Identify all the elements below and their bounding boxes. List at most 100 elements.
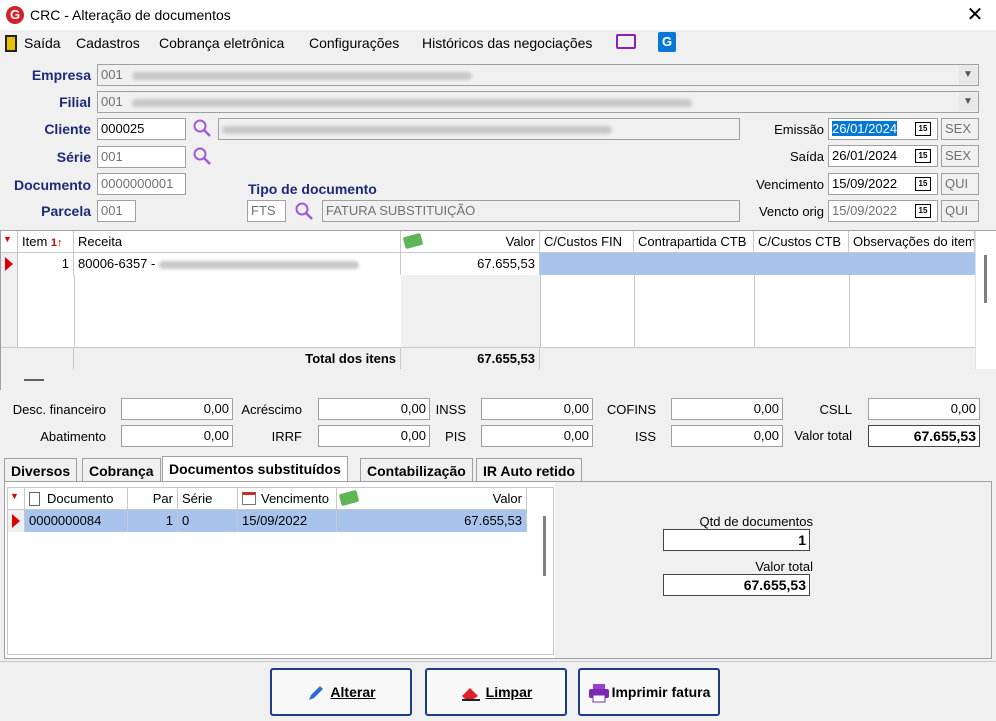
menu-cobranca-eletronica[interactable]: Cobrança eletrônica [159, 35, 284, 51]
total-row: Total dos itens 67.655,53 [1, 347, 975, 370]
filial-code: 001 [101, 94, 123, 109]
col-vencimento[interactable]: Vencimento [238, 488, 337, 510]
vertical-scrollbar[interactable] [535, 510, 553, 654]
exit-door-icon [5, 35, 17, 52]
desc-financeiro-input[interactable]: 0,00 [121, 398, 233, 420]
pis-input[interactable]: 0,00 [481, 425, 593, 447]
calendar-icon [242, 492, 256, 505]
subst-grid[interactable]: ▼ Documento Par Série Vencimento Valor 0… [7, 487, 554, 655]
col-valor-label: Valor [505, 234, 535, 249]
row-indicator-icon [8, 510, 25, 532]
col-item-label: Item [22, 234, 48, 249]
menu-cadastros[interactable]: Cadastros [76, 35, 140, 51]
chevron-down-icon[interactable]: ▼ [959, 66, 977, 84]
horizontal-scrollbar[interactable] [1, 369, 996, 390]
vencimento-label: Vencimento [756, 177, 824, 192]
empresa-field[interactable]: 001 ▼ [97, 64, 979, 86]
tab-cobranca[interactable]: Cobrança [82, 458, 161, 482]
calendar-icon[interactable]: 15 [915, 122, 931, 136]
calendar-icon[interactable]: 15 [915, 204, 931, 218]
summary-panel: Qtd de documentos 1 Valor total 67.655,5… [555, 482, 991, 658]
tipo-documento-code[interactable]: FTS [247, 200, 286, 222]
col-serie[interactable]: Série [178, 488, 238, 510]
csll-input[interactable]: 0,00 [868, 398, 980, 420]
printer-icon [588, 684, 609, 703]
col-valor[interactable]: Valor [337, 488, 527, 510]
empresa-label: Empresa [31, 67, 91, 83]
irrf-input[interactable]: 0,00 [318, 425, 430, 447]
col-valor-label: Valor [492, 491, 522, 506]
tab-diversos[interactable]: Diversos [4, 458, 78, 482]
desc-financeiro-label: Desc. financeiro [12, 402, 106, 417]
col-item[interactable]: Item 1↑ [18, 231, 74, 253]
col-documento-label: Documento [47, 491, 114, 506]
menu-historicos[interactable]: Históricos das negociações [422, 35, 592, 51]
cell-valor: 67.655,53 [337, 510, 527, 532]
parcela-label: Parcela [41, 203, 91, 219]
col-contrapartida-ctb[interactable]: Contrapartida CTB [634, 231, 754, 253]
close-button[interactable]: ✕ [964, 3, 986, 27]
table-row[interactable]: 1 80006-6357 - 67.655,53 [1, 253, 975, 275]
cliente-label: Cliente [44, 121, 91, 137]
col-valor[interactable]: Valor [401, 231, 540, 253]
sort-arrow-icon[interactable]: ▼ [1, 231, 18, 253]
summary-valor-total-label: Valor total [755, 559, 813, 574]
tab-ir-auto-retido[interactable]: IR Auto retido [476, 458, 583, 482]
cliente-name-redacted [222, 125, 612, 134]
tab-contabilizacao[interactable]: Contabilização [360, 458, 473, 482]
empresa-name-redacted [132, 71, 473, 80]
qtd-documentos-label: Qtd de documentos [699, 514, 813, 529]
vencto-orig-weekday: QUI [941, 200, 979, 222]
col-documento[interactable]: Documento [25, 488, 128, 510]
inss-label: INSS [435, 402, 466, 417]
menu-saida[interactable]: Saída [24, 35, 61, 51]
cliente-input[interactable]: 000025 [97, 118, 186, 140]
brand-g-icon[interactable]: G [658, 32, 676, 52]
search-icon[interactable] [294, 201, 314, 221]
calendar-icon[interactable]: 15 [915, 149, 931, 163]
col-ccustos-ctb[interactable]: C/Custos CTB [754, 231, 849, 253]
col-receita[interactable]: Receita [74, 231, 401, 253]
filial-name-redacted [132, 98, 693, 107]
cofins-input[interactable]: 0,00 [671, 398, 783, 420]
cell-valor: 67.655,53 [401, 253, 540, 275]
table-row[interactable]: 0000000084 1 0 15/09/2022 67.655,53 [8, 510, 527, 532]
saida-weekday: SEX [941, 145, 979, 167]
sort-arrow-icon[interactable]: ▼ [8, 488, 25, 510]
filial-field[interactable]: 001 ▼ [97, 91, 979, 113]
tab-documentos-substituidos[interactable]: Documentos substituídos [162, 456, 348, 482]
search-icon[interactable] [192, 146, 212, 166]
limpar-button[interactable]: Limpar [425, 668, 567, 716]
cell-receita: 80006-6357 - [74, 253, 401, 275]
alterar-button[interactable]: Alterar [270, 668, 412, 716]
parcela-input[interactable]: 001 [97, 200, 136, 222]
cell-item: 1 [18, 253, 74, 275]
vertical-scrollbar[interactable] [975, 231, 996, 369]
search-icon[interactable] [192, 118, 212, 138]
col-observacoes[interactable]: Observações do item [849, 231, 975, 253]
emissao-weekday: SEX [941, 118, 979, 140]
sort-asc-icon: 1↑ [50, 237, 63, 249]
calendar-icon[interactable]: 15 [915, 177, 931, 191]
summary-valor-total-value: 67.655,53 [663, 574, 810, 596]
inss-input[interactable]: 0,00 [481, 398, 593, 420]
abatimento-input[interactable]: 0,00 [121, 425, 233, 447]
menu-configuracoes[interactable]: Configurações [309, 35, 399, 51]
money-icon [338, 489, 360, 507]
cliente-name-field [218, 118, 740, 140]
cofins-label: COFINS [606, 402, 656, 417]
document-icon [29, 492, 40, 506]
documento-label: Documento [14, 177, 91, 193]
imprimir-fatura-button[interactable]: Imprimir fatura [578, 668, 720, 716]
chevron-down-icon[interactable]: ▼ [959, 93, 977, 111]
col-ccustos-fin[interactable]: C/Custos FIN [540, 231, 634, 253]
monitor-icon[interactable] [616, 34, 636, 49]
col-par[interactable]: Par [128, 488, 178, 510]
serie-input[interactable]: 001 [97, 146, 186, 168]
documento-input[interactable]: 0000000001 [97, 173, 186, 195]
items-grid[interactable]: ▼ Item 1↑ Receita Valor C/Custos FIN Con… [0, 230, 996, 390]
title-bar: G CRC - Alteração de documentos ✕ [0, 0, 996, 30]
acrescimo-input[interactable]: 0,00 [318, 398, 430, 420]
valor-total-label: Valor total [794, 428, 852, 443]
iss-input[interactable]: 0,00 [671, 425, 783, 447]
